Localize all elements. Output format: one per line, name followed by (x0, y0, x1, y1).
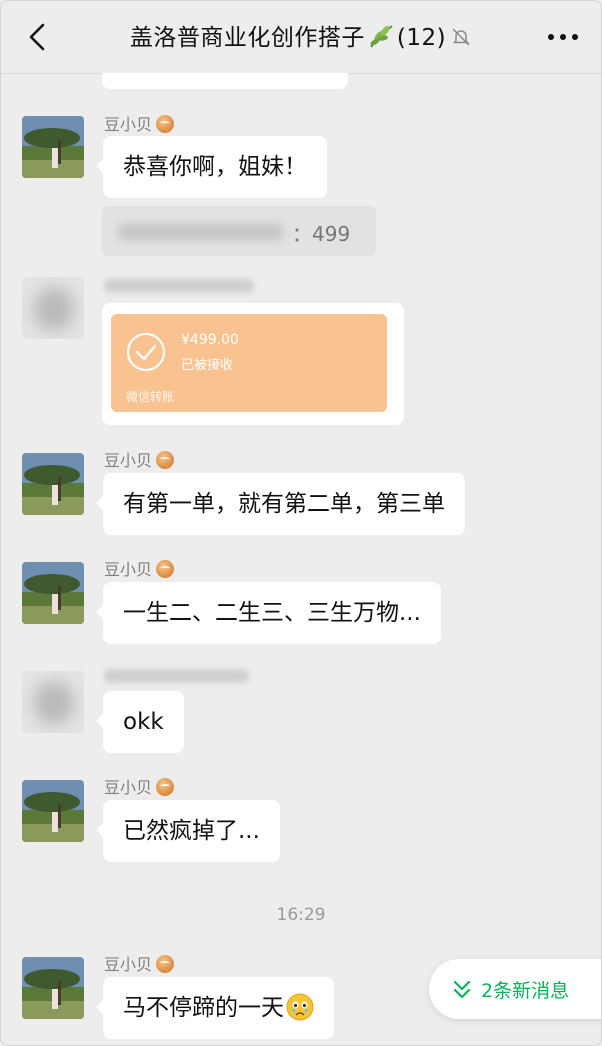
coin-emoji-icon (156, 115, 175, 133)
new-messages-label: 2条新消息 (481, 980, 570, 1002)
chat-title[interactable]: 盖洛普商业化创作搭子 (12) (71, 19, 531, 57)
avatar[interactable] (22, 671, 84, 733)
back-button[interactable] (23, 21, 53, 53)
transfer-amount: ¥499.00 (181, 332, 239, 348)
check-circle-icon (126, 332, 166, 372)
redacted-sender-name (104, 669, 249, 683)
sender-name: 豆小贝 (104, 774, 175, 798)
member-count: (12) (396, 25, 447, 51)
transfer-panel: ¥499.00 已被接收 微信转账 (111, 314, 387, 412)
redacted-sender-name (104, 279, 254, 293)
leaf-icon (367, 23, 395, 53)
message-bubble[interactable]: 恭喜你啊，姐妹！ (96, 136, 327, 198)
coin-emoji-icon (156, 778, 175, 796)
sender-name: 豆小贝 (104, 556, 175, 580)
transfer-status: 已被接收 (181, 358, 234, 373)
group-name: 盖洛普商业化创作搭子 (129, 25, 365, 51)
avatar[interactable] (22, 780, 84, 842)
chat-area[interactable]: 豆小贝 恭喜你啊，姐妹！ ：499 ¥499.00 已被接收 微信转账 豆小贝 (1, 73, 601, 1045)
timestamp: 16:29 (276, 905, 326, 925)
message-bubble[interactable]: 一生二、二生三、三生万物... (96, 582, 441, 644)
message-bubble[interactable]: 已然疯掉了... (96, 800, 280, 862)
coin-emoji-icon (156, 955, 175, 973)
chat-window: 盖洛普商业化创作搭子 (12) 豆小贝 恭喜你啊，姐妹！ ：499 ¥499.0… (0, 0, 602, 1046)
avatar[interactable] (22, 957, 84, 1019)
previous-bubble (102, 73, 348, 89)
avatar[interactable] (22, 116, 84, 178)
transfer-label: 微信转账 (126, 390, 175, 404)
double-chevron-down-icon (453, 980, 471, 999)
sender-name: 豆小贝 (104, 447, 175, 471)
message-bubble[interactable]: 有第一单，就有第二单，第三单 (96, 473, 465, 535)
transfer-card[interactable]: ¥499.00 已被接收 微信转账 (102, 303, 404, 425)
avatar[interactable] (22, 562, 84, 624)
more-button[interactable] (545, 25, 581, 49)
coin-emoji-icon (156, 560, 175, 578)
quoted-reply[interactable]: ：499 (102, 206, 376, 256)
sender-name: 豆小贝 (104, 111, 175, 135)
message-bubble[interactable]: okk (96, 691, 184, 753)
back-chevron-icon (29, 23, 45, 51)
redacted-text (118, 223, 284, 241)
sender-name: 豆小贝 (104, 951, 175, 975)
coin-emoji-icon (156, 451, 175, 469)
crying-emoji-icon (286, 983, 314, 1021)
avatar[interactable] (22, 453, 84, 515)
bell-mute-icon (450, 26, 472, 52)
new-messages-button[interactable]: 2条新消息 (429, 959, 601, 1019)
message-bubble[interactable]: 马不停蹄的一天 (96, 977, 334, 1039)
more-dots-icon (548, 34, 578, 40)
avatar[interactable] (22, 277, 84, 339)
top-bar: 盖洛普商业化创作搭子 (12) (1, 1, 601, 74)
